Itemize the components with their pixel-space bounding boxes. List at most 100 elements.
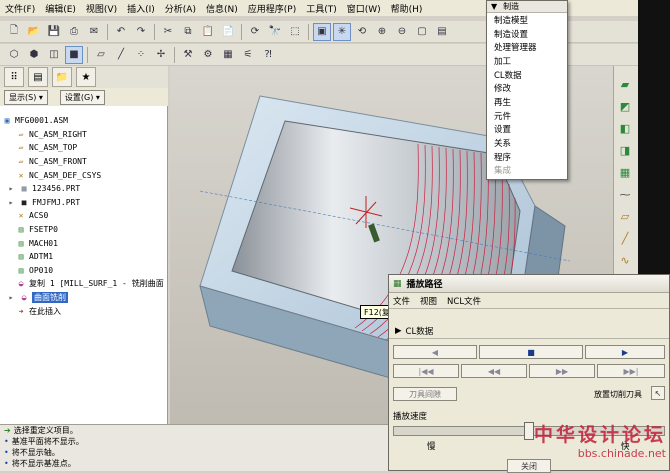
menu-item-program[interactable]: 程序 xyxy=(487,150,567,164)
redo-icon[interactable]: ↷ xyxy=(133,24,149,40)
place-tool-button[interactable]: ↖ xyxy=(651,386,665,400)
saved-views-icon[interactable]: ▤ xyxy=(434,24,450,40)
tree-item[interactable]: ▥ OP010 xyxy=(2,264,166,278)
tree-item[interactable]: ▣ MFG0001.ASM xyxy=(2,114,166,128)
rewind-button[interactable]: |◀◀ xyxy=(393,364,459,378)
zoom-out-icon[interactable]: ⊖ xyxy=(394,24,410,40)
menu-item-regenerate[interactable]: 再生 xyxy=(487,95,567,109)
layer-tab-icon[interactable]: ▤ xyxy=(28,67,48,87)
mill-window-icon[interactable]: ◩ xyxy=(617,98,633,114)
menu-item-component[interactable]: 元件 xyxy=(487,109,567,123)
menu-item-process-manager[interactable]: 处理管理器 xyxy=(487,40,567,54)
copy-icon[interactable]: ⧉ xyxy=(180,24,196,40)
mill-pattern-icon[interactable]: ▦ xyxy=(617,164,633,180)
undo-icon[interactable]: ↶ xyxy=(113,24,129,40)
fit-icon[interactable]: ▢ xyxy=(414,24,430,40)
sketch-curve-icon[interactable]: ∿ xyxy=(617,252,633,268)
menu-item-mfg-model[interactable]: 制造模型 xyxy=(487,13,567,27)
show-menu-button[interactable]: 显示(S) ▾ xyxy=(4,89,48,105)
datum-plane-create-icon[interactable]: ▱ xyxy=(617,208,633,224)
tree-item[interactable]: ➜ 在此插入 xyxy=(2,304,166,318)
point-display-icon[interactable]: ⁘ xyxy=(133,47,149,63)
mfg-setup-icon[interactable]: ⚒ xyxy=(180,47,196,63)
favorites-tab-icon[interactable]: ★ xyxy=(76,67,96,87)
find-icon[interactable]: 🔭 xyxy=(267,24,283,40)
settings-menu-button[interactable]: 设置(G) ▾ xyxy=(59,89,105,105)
tree-item[interactable]: ✕ NC_ASM_DEF_CSYS xyxy=(2,168,166,182)
menu-item-relations[interactable]: 关系 xyxy=(487,136,567,150)
cut-icon[interactable]: ✂ xyxy=(160,24,176,40)
expand-icon[interactable]: ▸ xyxy=(6,293,16,303)
dialog-menu-file[interactable]: 文件 xyxy=(393,295,410,307)
expand-icon[interactable]: ▸ xyxy=(6,197,16,207)
folder-tab-icon[interactable]: 📁 xyxy=(52,67,72,87)
hidden-line-icon[interactable]: ⬢ xyxy=(26,47,42,63)
datum-plane-display-icon[interactable]: ▱ xyxy=(93,47,109,63)
menu-file[interactable]: 文件(F) xyxy=(0,2,40,15)
expand-icon[interactable]: ▸ xyxy=(6,184,16,194)
dialog-menu-ncl-file[interactable]: NCL文件 xyxy=(447,295,481,307)
menu-applications[interactable]: 应用程序(P) xyxy=(243,2,301,15)
model-tree-tab-icon[interactable]: ⠿ xyxy=(4,67,24,87)
play-reverse-button[interactable]: ◀ xyxy=(393,345,477,359)
speed-slider-thumb[interactable] xyxy=(524,422,534,440)
tree-item[interactable]: ▱ NC_ASM_RIGHT xyxy=(2,128,166,142)
tree-item[interactable]: ✕ ACS0 xyxy=(2,209,166,223)
mill-volume-icon[interactable]: ▰ xyxy=(617,76,633,92)
spin-center-icon[interactable]: ✳ xyxy=(333,22,351,41)
tree-item[interactable]: ▥ MACH01 xyxy=(2,236,166,250)
fast-forward-button[interactable]: ▶▶| xyxy=(597,364,665,378)
mill-skin-icon[interactable]: ◨ xyxy=(617,142,633,158)
menu-analysis[interactable]: 分析(A) xyxy=(160,2,201,15)
menu-tools[interactable]: 工具(T) xyxy=(301,2,342,15)
shading-icon[interactable]: ■ xyxy=(65,45,83,64)
tool-clearance-button[interactable]: 刀具间隙 xyxy=(393,387,457,401)
play-forward-button[interactable]: ▶ xyxy=(585,345,665,359)
menu-item-modify[interactable]: 修改 xyxy=(487,81,567,95)
menu-view[interactable]: 视图(V) xyxy=(81,2,122,15)
no-hidden-icon[interactable]: ◫ xyxy=(46,47,62,63)
tree-item[interactable]: ▥ FSETP0 xyxy=(2,223,166,237)
menu-insert[interactable]: 插入(I) xyxy=(122,2,160,15)
save-icon[interactable]: 💾 xyxy=(46,24,62,40)
paste-icon[interactable]: 📋 xyxy=(200,24,216,40)
tree-item-selected[interactable]: ▸ ◒ 曲面铣削 xyxy=(2,291,166,305)
menu-item-settings[interactable]: 设置 xyxy=(487,123,567,137)
menu-help[interactable]: 帮助(H) xyxy=(386,2,428,15)
menu-item-mfg-setup[interactable]: 制造设置 xyxy=(487,27,567,41)
workcell-icon[interactable]: ⚙ xyxy=(200,47,216,63)
repaint-icon[interactable]: ▣ xyxy=(313,22,331,41)
datum-axis-display-icon[interactable]: ╱ xyxy=(113,47,129,63)
step-back-button[interactable]: ◀◀ xyxy=(461,364,527,378)
email-icon[interactable]: ✉ xyxy=(86,24,102,40)
menu-item-cl-data[interactable]: CL数据 xyxy=(487,68,567,82)
csys-display-icon[interactable]: ✢ xyxy=(153,47,169,63)
menu-item-machining[interactable]: 加工 xyxy=(487,54,567,68)
menu-info[interactable]: 信息(N) xyxy=(201,2,243,15)
cl-data-section[interactable]: ▶ CL数据 xyxy=(395,325,433,337)
orient-icon[interactable]: ⟲ xyxy=(354,24,370,40)
step-forward-button[interactable]: ▶▶ xyxy=(529,364,595,378)
datum-axis-create-icon[interactable]: ╱ xyxy=(617,230,633,246)
mill-surface-icon[interactable]: ◧ xyxy=(617,120,633,136)
datum-plane-tool-icon[interactable]: ⁓ xyxy=(617,186,633,202)
menu-window[interactable]: 窗口(W) xyxy=(342,2,386,15)
menu-edit[interactable]: 编辑(E) xyxy=(40,2,81,15)
open-file-icon[interactable]: 📂 xyxy=(26,24,42,40)
dialog-title-bar[interactable]: ▦ 播放路径 xyxy=(389,275,669,293)
regenerate-icon[interactable]: ⟳ xyxy=(247,24,263,40)
help-cursor-icon[interactable]: ⁈ xyxy=(260,47,276,63)
dialog-menu-view[interactable]: 视图 xyxy=(420,295,437,307)
tree-item[interactable]: ▸ ■ FMJFMJ.PRT xyxy=(2,196,166,210)
tree-item[interactable]: ▱ NC_ASM_TOP xyxy=(2,141,166,155)
tree-item[interactable]: ▥ ADTM1 xyxy=(2,250,166,264)
tree-item[interactable]: ▸ ▦ 123456.PRT xyxy=(2,182,166,196)
tree-item[interactable]: ▱ NC_ASM_FRONT xyxy=(2,155,166,169)
operation-icon[interactable]: ▦ xyxy=(220,47,236,63)
new-file-icon[interactable]: 🗋 xyxy=(6,24,22,40)
zoom-in-icon[interactable]: ⊕ xyxy=(374,24,390,40)
menu-header[interactable]: ▼ 制造 xyxy=(487,1,567,13)
print-icon[interactable]: ⎙ xyxy=(66,24,82,40)
tree-item[interactable]: ◒ 复制 1 [MILL_SURF_1 - 铣削曲面 xyxy=(2,277,166,291)
tool-icon[interactable]: ⚟ xyxy=(240,47,256,63)
